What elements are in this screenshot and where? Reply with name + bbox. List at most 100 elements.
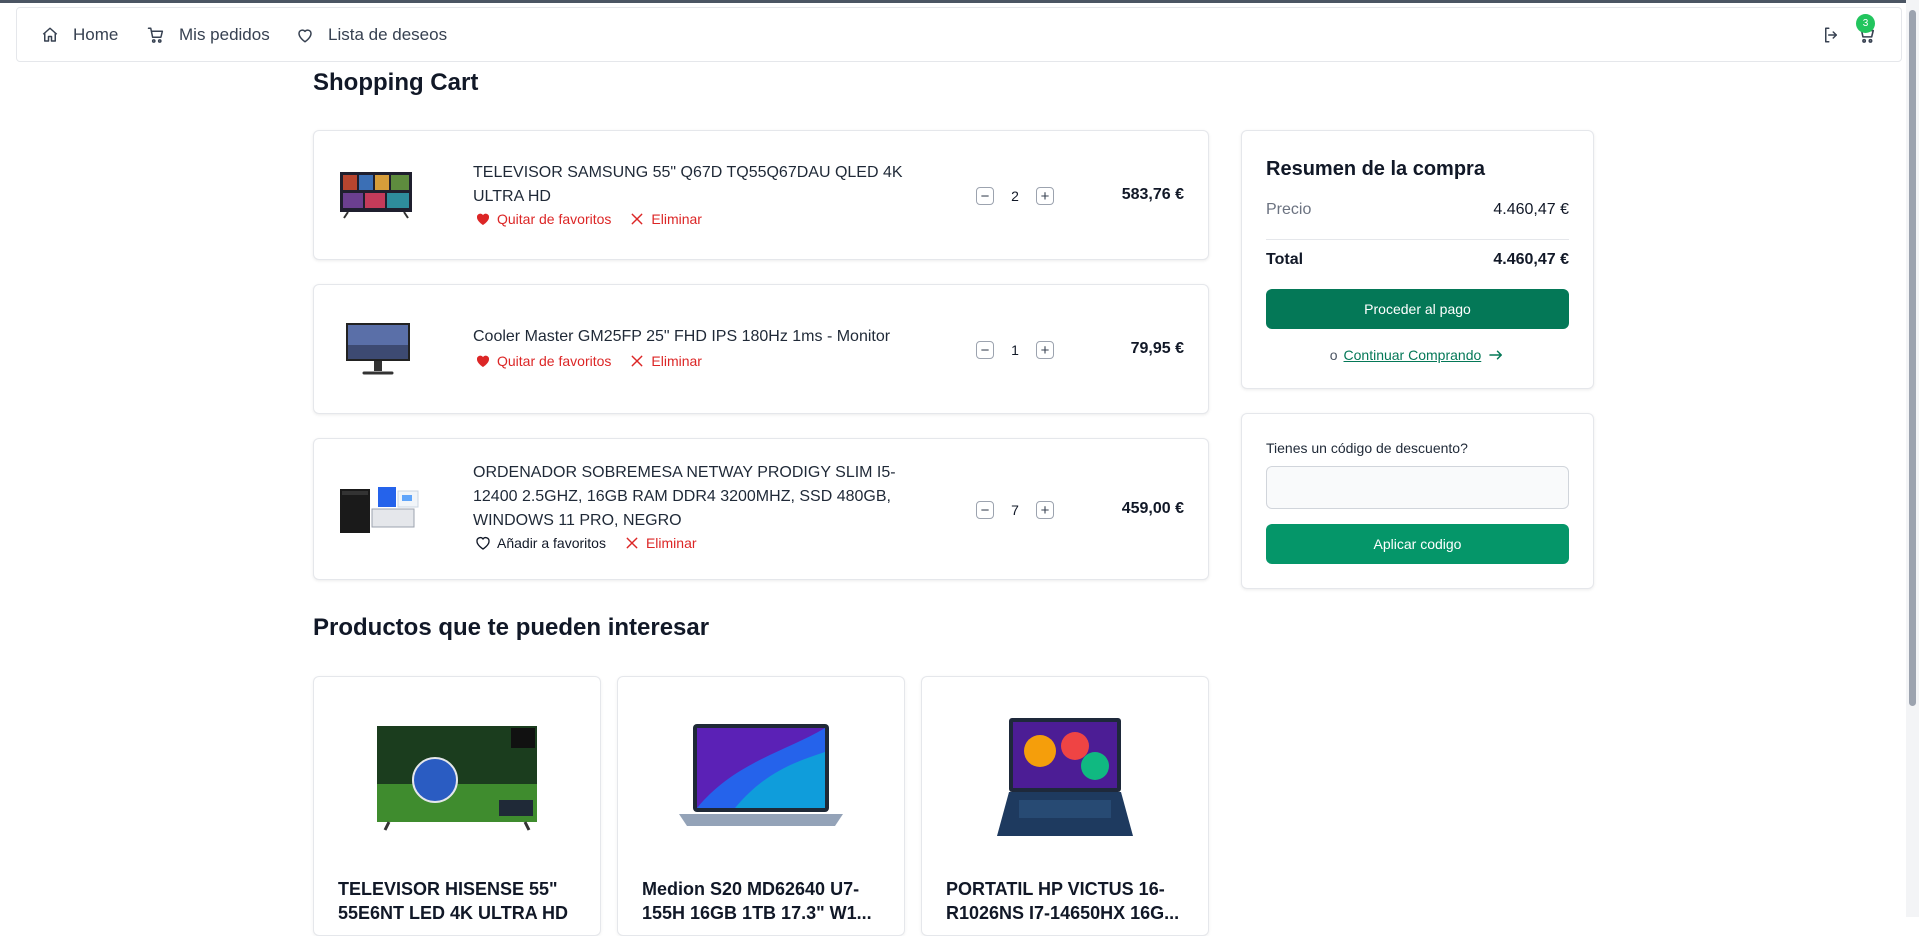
item-actions: Quitar de favoritos Eliminar [475, 211, 702, 227]
decrease-quantity-button[interactable]: − [976, 187, 994, 205]
cart-icon [147, 27, 164, 43]
recommended-product-name-line1: Medion S20 MD62640 U7- [642, 879, 860, 899]
recommended-product-card[interactable]: Medion S20 MD62640 U7- 155H 16GB 1TB 17.… [617, 676, 905, 936]
discount-code-input[interactable] [1266, 466, 1569, 509]
recommended-product-name[interactable]: Medion S20 MD62640 U7- 155H 16GB 1TB 17.… [642, 877, 882, 925]
quantity-stepper: − 7 + [976, 501, 1054, 519]
product-name[interactable]: Cooler Master GM25FP 25" FHD IPS 180Hz 1… [473, 325, 913, 349]
decrease-quantity-button[interactable]: − [976, 341, 994, 359]
nav-orders-label: Mis pedidos [179, 24, 270, 44]
quantity-value: 1 [1011, 342, 1019, 358]
quantity-stepper: − 2 + [976, 187, 1054, 205]
remove-item-button[interactable]: Eliminar [629, 211, 702, 227]
product-image[interactable] [338, 321, 418, 384]
scrollbar-thumb[interactable] [1909, 10, 1916, 706]
quantity-value: 2 [1011, 188, 1019, 204]
page-title: Shopping Cart [313, 69, 479, 96]
product-name[interactable]: ORDENADOR SOBREMESA NETWAY PRODIGY SLIM … [473, 461, 913, 533]
desktop-pc-thumbnail-icon [340, 487, 419, 533]
recommended-product-name[interactable]: TELEVISOR HISENSE 55" 55E6NT LED 4K ULTR… [338, 877, 578, 925]
increase-quantity-button[interactable]: + [1036, 341, 1054, 359]
heart-outline-icon [476, 536, 490, 550]
gaming-laptop-thumbnail-icon [997, 718, 1133, 836]
summary-total-value: 4.460,47 € [1493, 251, 1569, 268]
product-image[interactable] [922, 713, 1208, 843]
checkout-button[interactable]: Proceder al pago [1266, 289, 1569, 329]
nav-wishlist-label: Lista de deseos [328, 24, 448, 44]
product-image[interactable] [618, 713, 904, 843]
apply-code-button[interactable]: Aplicar codigo [1266, 524, 1569, 564]
arrow-right-icon [1489, 350, 1503, 360]
recommendations-title: Productos que te pueden interesar [313, 614, 710, 641]
recommended-product-name-line2: 155H 16GB 1TB 17.3" W1... [642, 903, 872, 923]
summary-divider [1266, 239, 1569, 240]
favorite-label: Añadir a favoritos [497, 535, 606, 551]
cart-item: ORDENADOR SOBREMESA NETWAY PRODIGY SLIM … [313, 438, 1209, 580]
recommended-product-card[interactable]: TELEVISOR HISENSE 55" 55E6NT LED 4K ULTR… [313, 676, 601, 936]
summary-title: Resumen de la compra [1266, 158, 1485, 180]
favorite-label: Quitar de favoritos [497, 353, 612, 369]
window-top-border [0, 0, 1919, 3]
remove-label: Eliminar [651, 211, 702, 227]
recommended-product-name-line2: 55E6NT LED 4K ULTRA HD [338, 903, 569, 923]
or-label: o [1329, 347, 1338, 363]
nav-home-link[interactable]: Home [41, 8, 118, 61]
discount-label: Tienes un código de descuento? [1266, 440, 1468, 456]
summary-total-row: Total 4.460,47 € [1266, 251, 1569, 269]
product-image[interactable] [314, 713, 600, 843]
summary-price-label: Precio [1266, 201, 1312, 218]
monitor-thumbnail-icon [346, 323, 410, 375]
tv-thumbnail-icon [377, 726, 537, 831]
increase-quantity-button[interactable]: + [1036, 187, 1054, 205]
close-icon [631, 355, 643, 367]
nav-home-label: Home [73, 24, 119, 44]
heart-filled-icon [476, 213, 490, 225]
summary-price-value: 4.460,47 € [1493, 201, 1569, 218]
close-icon [626, 537, 638, 549]
quantity-value: 7 [1011, 502, 1019, 518]
item-price: 583,76 € [1121, 186, 1184, 203]
remove-item-button[interactable]: Eliminar [629, 353, 702, 369]
remove-label: Eliminar [651, 353, 702, 369]
logout-button[interactable] [1822, 8, 1840, 61]
remove-item-button[interactable]: Eliminar [624, 535, 697, 551]
laptop-thumbnail-icon [679, 724, 843, 826]
heart-icon [298, 28, 312, 42]
item-price: 459,00 € [1121, 500, 1184, 517]
recommended-product-card[interactable]: PORTATIL HP VICTUS 16- R1026NS I7-14650H… [921, 676, 1209, 936]
recommended-product-name-line1: PORTATIL HP VICTUS 16- [946, 879, 1165, 899]
top-navbar: Home Mis pedidos Lista de deseos [16, 7, 1902, 62]
tv-thumbnail-icon [340, 172, 412, 219]
home-icon [42, 27, 58, 42]
cart-count-badge: 3 [1856, 14, 1875, 33]
recommended-product-name-line2: R1026NS I7-14650HX 16G... [946, 903, 1180, 923]
remove-favorite-button[interactable]: Quitar de favoritos [475, 211, 611, 227]
product-image[interactable] [338, 483, 419, 540]
decrease-quantity-button[interactable]: − [976, 501, 994, 519]
order-summary-card: Resumen de la compra Precio 4.460,47 € T… [1241, 130, 1594, 389]
increase-quantity-button[interactable]: + [1036, 501, 1054, 519]
product-image[interactable] [338, 169, 418, 226]
remove-label: Eliminar [645, 535, 697, 551]
add-favorite-button[interactable]: Añadir a favoritos [475, 535, 606, 551]
favorite-label: Quitar de favoritos [497, 211, 612, 227]
nav-wishlist-link[interactable]: Lista de deseos [296, 8, 447, 61]
remove-favorite-button[interactable]: Quitar de favoritos [475, 353, 611, 369]
item-actions: Quitar de favoritos Eliminar [475, 353, 702, 369]
quantity-stepper: − 1 + [976, 341, 1054, 359]
recommended-product-name[interactable]: PORTATIL HP VICTUS 16- R1026NS I7-14650H… [946, 877, 1186, 925]
cart-item: Cooler Master GM25FP 25" FHD IPS 180Hz 1… [313, 284, 1209, 414]
heart-filled-icon [476, 355, 490, 367]
logout-icon [1825, 27, 1837, 42]
cart-item: TELEVISOR SAMSUNG 55" Q67D TQ55Q67DAU QL… [313, 130, 1209, 260]
summary-price-row: Precio 4.460,47 € [1266, 201, 1569, 219]
continue-shopping-link[interactable]: Continuar Comprando [1344, 347, 1482, 363]
product-name[interactable]: TELEVISOR SAMSUNG 55" Q67D TQ55Q67DAU QL… [473, 161, 913, 209]
item-price: 79,95 € [1130, 340, 1184, 357]
recommended-product-name-line1: TELEVISOR HISENSE 55" [338, 879, 558, 899]
continue-shopping-row: o Continuar Comprando [1242, 347, 1593, 363]
item-actions: Añadir a favoritos Eliminar [475, 535, 697, 551]
nav-orders-link[interactable]: Mis pedidos [147, 8, 270, 61]
close-icon [631, 213, 643, 225]
page-scrollbar[interactable] [1906, 0, 1919, 917]
